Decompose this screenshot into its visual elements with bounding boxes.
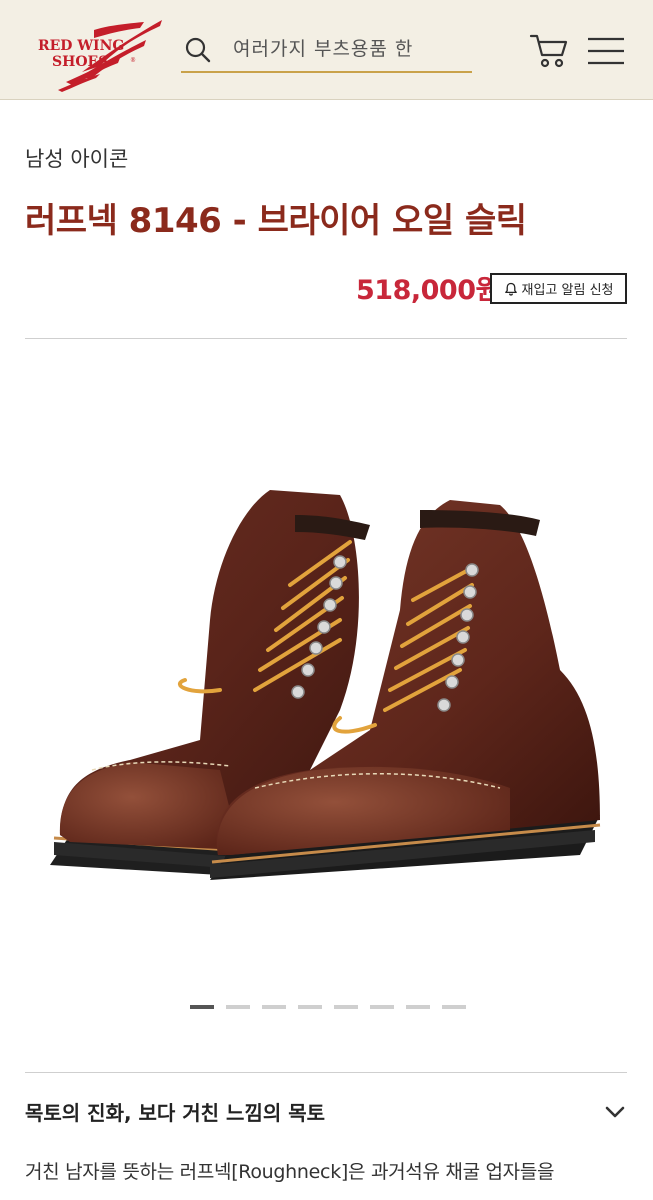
chevron-down-icon[interactable] [604, 1104, 626, 1120]
carousel-indicators [190, 1005, 466, 1011]
accordion-title[interactable]: 목토의 진화, 보다 거친 느낌의 목토 [25, 1097, 325, 1126]
carousel-dot[interactable] [262, 1005, 286, 1009]
red-wing-logo[interactable]: RED WING SHOES ® [34, 16, 164, 92]
bell-icon [504, 282, 517, 296]
restock-alert-button[interactable]: 재입고 알림 신청 [490, 273, 627, 304]
carousel-dot[interactable] [334, 1005, 358, 1009]
product-price: 518,000원 [356, 275, 500, 306]
logo-text-line1: RED WING [38, 38, 124, 54]
red-wing-logo-mark: RED WING SHOES ® [38, 20, 162, 92]
carousel-dot[interactable] [298, 1005, 322, 1009]
search-icon[interactable] [184, 36, 212, 64]
carousel-dot[interactable] [406, 1005, 430, 1009]
divider [25, 338, 627, 339]
search-input[interactable] [233, 32, 465, 66]
logo-registered-mark: ® [130, 57, 136, 64]
carousel-dot[interactable] [370, 1005, 394, 1009]
restock-alert-label: 재입고 알림 신청 [521, 283, 614, 298]
search-bar [181, 26, 472, 73]
divider [25, 1072, 627, 1073]
product-description: 거친 남자를 뜻하는 러프넥[Roughneck]은 과거석유 채굴 업자들을 [25, 1161, 555, 1183]
cart-icon[interactable] [529, 33, 569, 69]
site-header: RED WING SHOES ® [0, 0, 653, 100]
product-title: 러프넥 8146 - 브라이어 오일 슬릭 [25, 201, 527, 241]
product-category: 남성 아이콘 [25, 147, 129, 171]
carousel-dot[interactable] [226, 1005, 250, 1009]
hamburger-menu-icon[interactable] [586, 35, 626, 67]
carousel-dot[interactable] [190, 1005, 214, 1009]
product-image[interactable] [40, 470, 620, 910]
carousel-dot[interactable] [442, 1005, 466, 1009]
logo-text-line2: SHOES [52, 54, 108, 70]
